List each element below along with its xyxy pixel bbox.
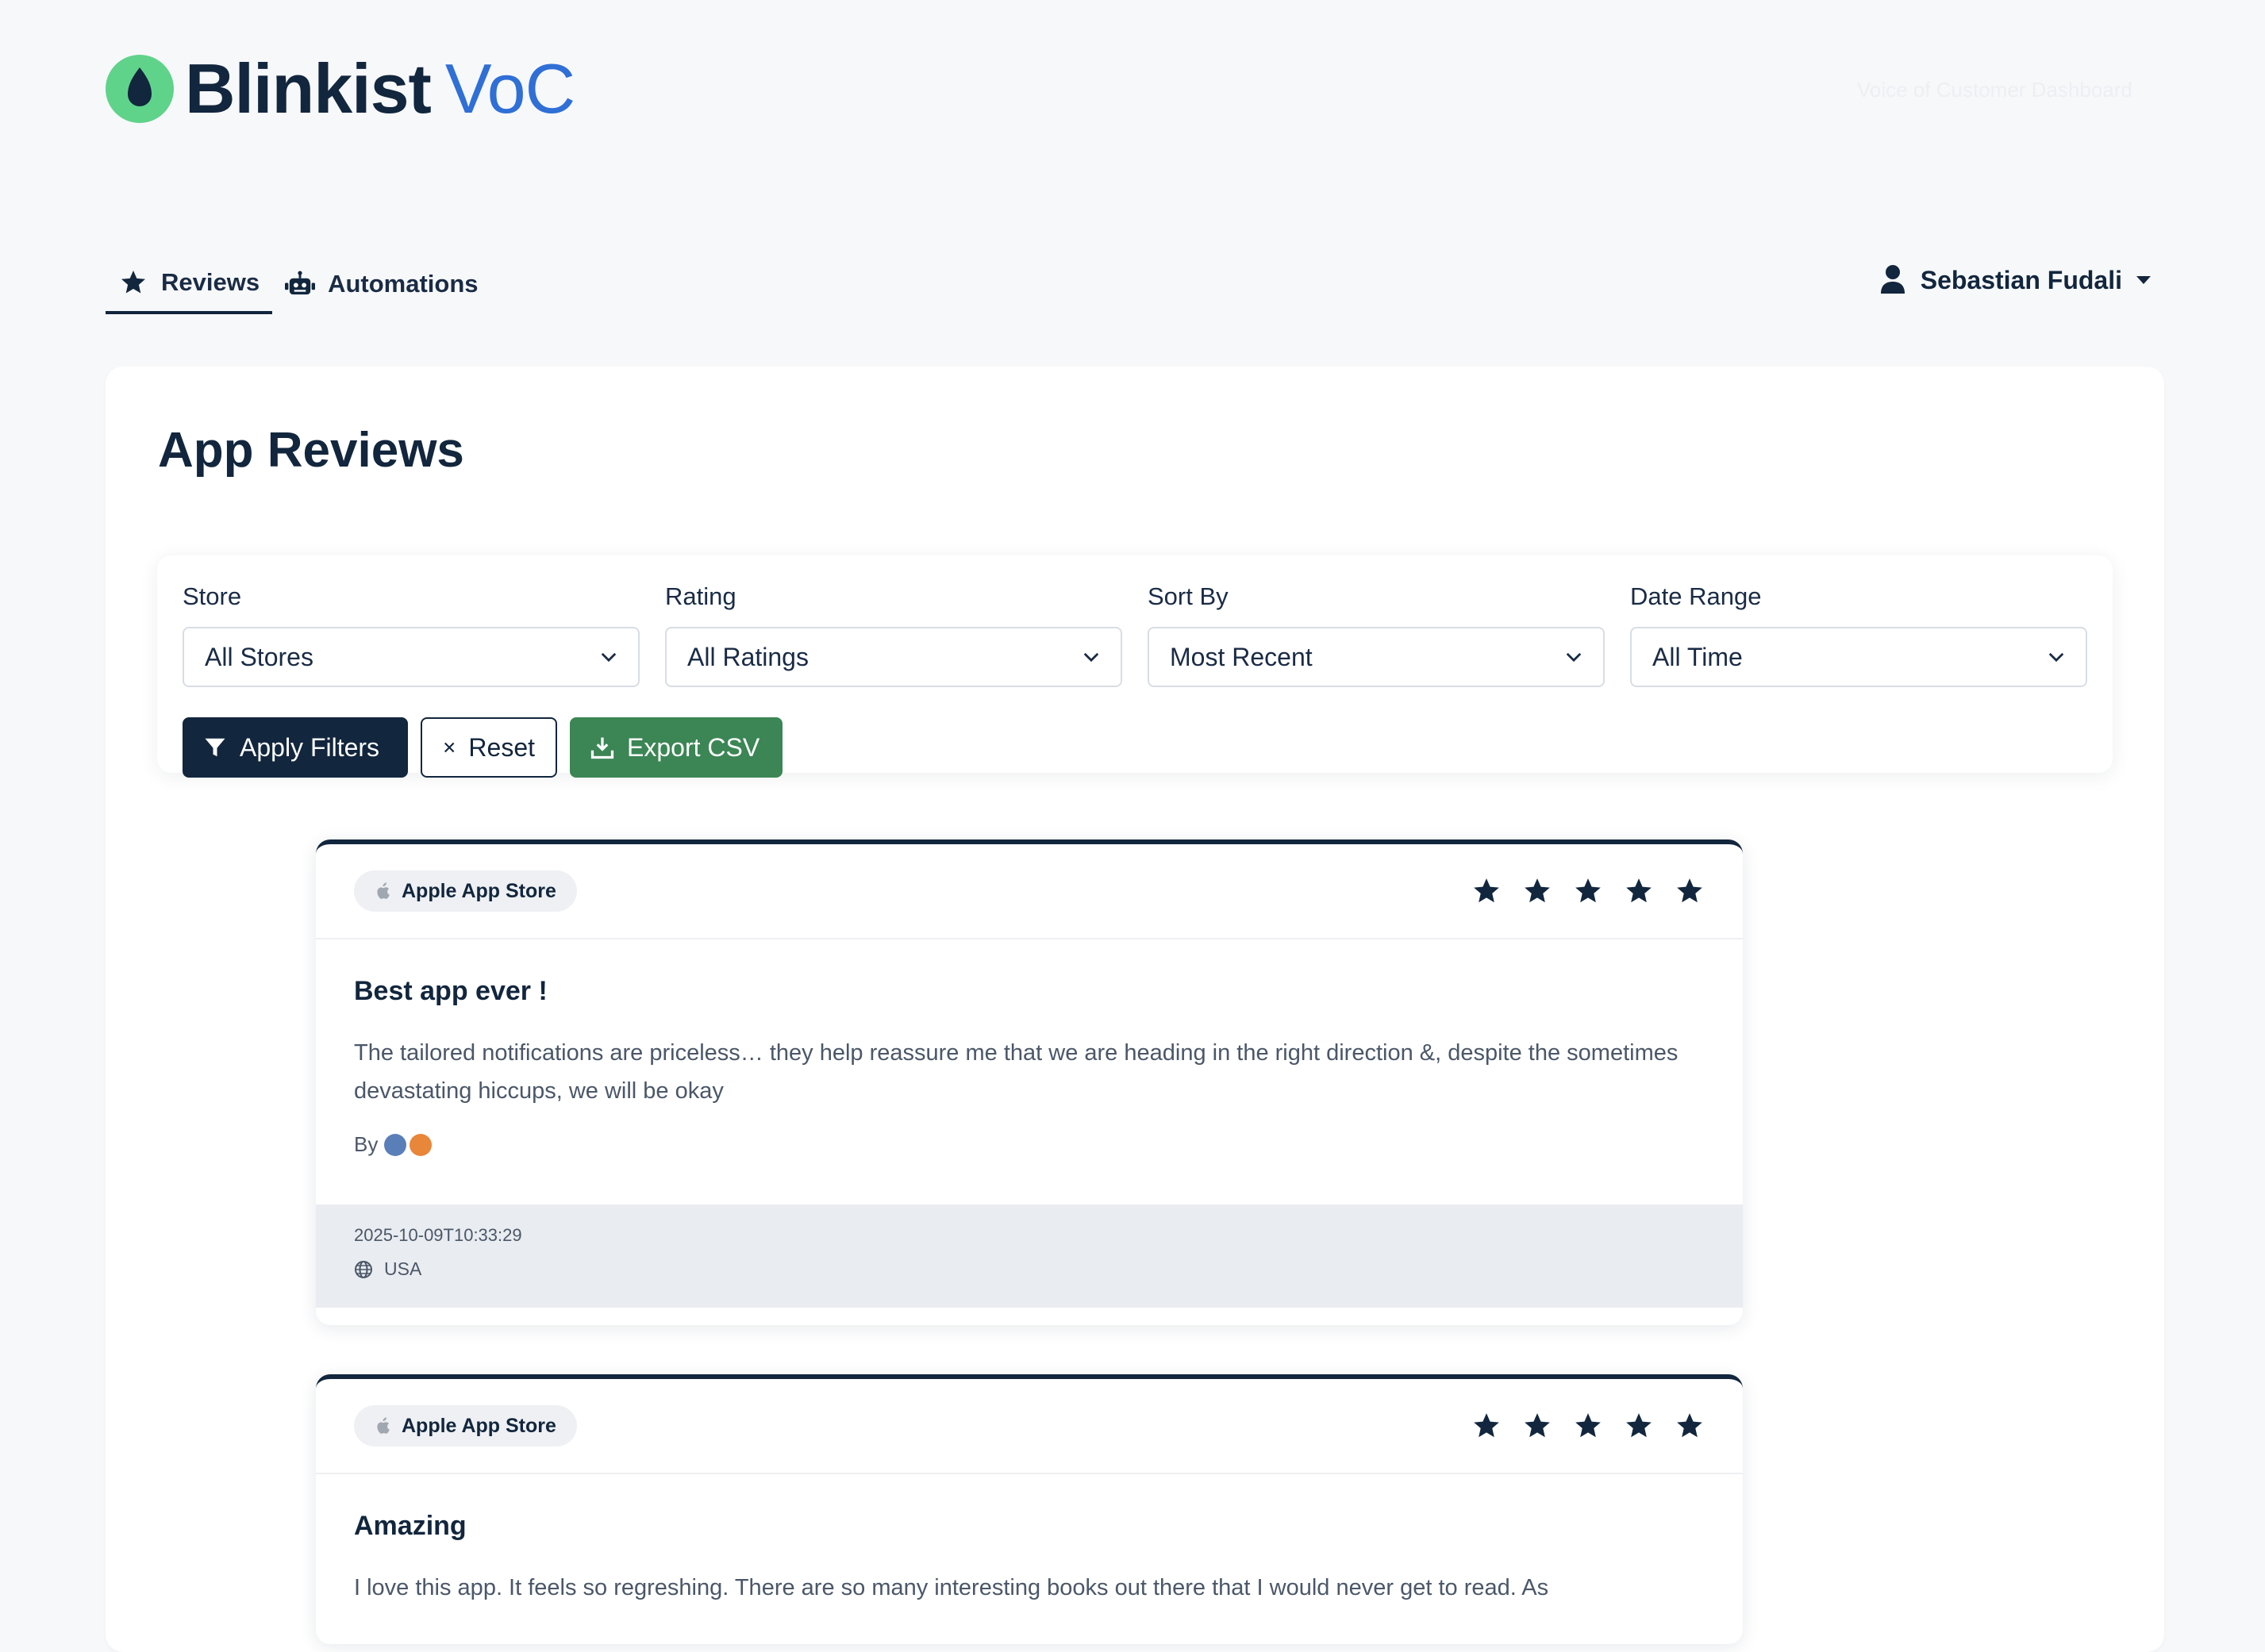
star-icon xyxy=(1677,1413,1702,1438)
review-author: By xyxy=(354,1132,1705,1157)
export-csv-button[interactable]: Export CSV xyxy=(570,717,783,778)
review-title: Best app ever ! xyxy=(354,976,548,1006)
chevron-down-icon xyxy=(2136,276,2151,284)
store-filter: Store All Stores xyxy=(183,582,640,687)
rating-select[interactable]: All Ratings xyxy=(665,627,1122,687)
user-icon xyxy=(1880,265,1906,295)
brand-suffix: VoC xyxy=(444,49,575,128)
apply-filters-button[interactable]: Apply Filters xyxy=(183,717,408,778)
main-nav: Reviews Automations xyxy=(106,254,491,314)
date-range-filter: Date Range All Time xyxy=(1630,582,2087,687)
tab-reviews[interactable]: Reviews xyxy=(106,254,273,314)
review-body: Amazing I love this app. It feels so reg… xyxy=(316,1474,1743,1607)
star-rating xyxy=(1471,1411,1705,1441)
sort-select-value: Most Recent xyxy=(1170,642,1313,671)
review-text: I love this app. It feels so regreshing.… xyxy=(354,1575,1549,1600)
export-csv-label: Export CSV xyxy=(627,732,760,762)
review-author-prefix: By xyxy=(354,1132,379,1156)
astronaut-emoji-icon xyxy=(384,1133,407,1156)
blinkist-logo-icon xyxy=(106,55,174,123)
rating-filter: Rating All Ratings xyxy=(665,582,1122,687)
star-icon xyxy=(1677,878,1702,903)
filter-icon xyxy=(205,738,225,757)
date-range-select-value: All Time xyxy=(1652,642,1743,671)
reset-label: Reset xyxy=(468,732,535,762)
date-range-filter-label: Date Range xyxy=(1630,582,1762,610)
tab-automations[interactable]: Automations xyxy=(272,254,490,314)
rating-select-value: All Ratings xyxy=(687,642,809,671)
star-icon xyxy=(1525,878,1550,903)
star-icon xyxy=(118,267,148,298)
header-tagline: Voice of Customer Dashboard xyxy=(1857,78,2132,102)
chevron-down-icon xyxy=(601,652,617,663)
review-card-header: Apple App Store xyxy=(316,1379,1743,1474)
brand-name: Blinkist xyxy=(185,49,432,128)
close-icon xyxy=(444,742,455,753)
chevron-down-icon xyxy=(2048,652,2064,663)
star-icon xyxy=(1474,1413,1499,1438)
apple-icon xyxy=(377,882,390,899)
review-title: Amazing xyxy=(354,1511,467,1541)
review-card: Apple App Store Amazing I love this app.… xyxy=(316,1374,1743,1644)
review-country-label: USA xyxy=(384,1258,422,1279)
store-badge: Apple App Store xyxy=(354,870,577,912)
reset-button[interactable]: Reset xyxy=(421,717,557,778)
star-icon xyxy=(1474,878,1499,903)
user-menu[interactable]: Sebastian Fudali xyxy=(1880,265,2151,295)
store-select[interactable]: All Stores xyxy=(183,627,640,687)
sort-select[interactable]: Most Recent xyxy=(1148,627,1605,687)
review-body: Best app ever ! The tailored notificatio… xyxy=(316,939,1743,1157)
page-title: App Reviews xyxy=(158,423,464,478)
store-badge-label: Apple App Store xyxy=(402,879,556,902)
chevron-down-icon xyxy=(1083,652,1099,663)
filter-card: Store All Stores Rating All Ratings Sort… xyxy=(157,555,2113,778)
review-card-header: Apple App Store xyxy=(316,844,1743,939)
globe-icon xyxy=(355,1260,372,1278)
star-icon xyxy=(1626,1413,1652,1438)
filter-actions: Apply Filters Reset Export CSV xyxy=(183,717,783,778)
download-icon xyxy=(590,737,614,759)
date-range-select[interactable]: All Time xyxy=(1630,627,2087,687)
store-select-value: All Stores xyxy=(205,642,313,671)
store-badge: Apple App Store xyxy=(354,1405,577,1446)
review-text: The tailored notifications are priceless… xyxy=(354,1040,1679,1104)
robot-icon xyxy=(285,269,316,299)
apple-icon xyxy=(377,1417,390,1434)
sort-filter-label: Sort By xyxy=(1148,582,1229,610)
sort-filter: Sort By Most Recent xyxy=(1148,582,1605,687)
star-icon xyxy=(1626,878,1652,903)
tab-reviews-label: Reviews xyxy=(161,268,260,296)
app-header: Blinkist VoC xyxy=(106,49,575,129)
review-card: Apple App Store Best app ever ! The tail… xyxy=(316,839,1743,1325)
review-meta: 2025-10-09T10:33:29 USA xyxy=(316,1204,1743,1308)
chevron-down-icon xyxy=(1566,652,1582,663)
star-icon xyxy=(1575,1413,1601,1438)
review-date: 2025-10-09T10:33:29 xyxy=(354,1225,522,1245)
store-badge-label: Apple App Store xyxy=(402,1414,556,1437)
review-country: USA xyxy=(354,1258,1705,1280)
store-filter-label: Store xyxy=(183,582,242,610)
user-name: Sebastian Fudali xyxy=(1920,265,2122,294)
star-icon xyxy=(1575,878,1601,903)
star-rating xyxy=(1471,876,1705,906)
apply-filters-label: Apply Filters xyxy=(240,732,380,762)
star-icon xyxy=(1525,1413,1550,1438)
brand-wordmark: Blinkist VoC xyxy=(185,48,575,129)
fox-emoji-icon xyxy=(410,1133,433,1156)
tab-automations-label: Automations xyxy=(328,270,479,298)
rating-filter-label: Rating xyxy=(665,582,736,610)
